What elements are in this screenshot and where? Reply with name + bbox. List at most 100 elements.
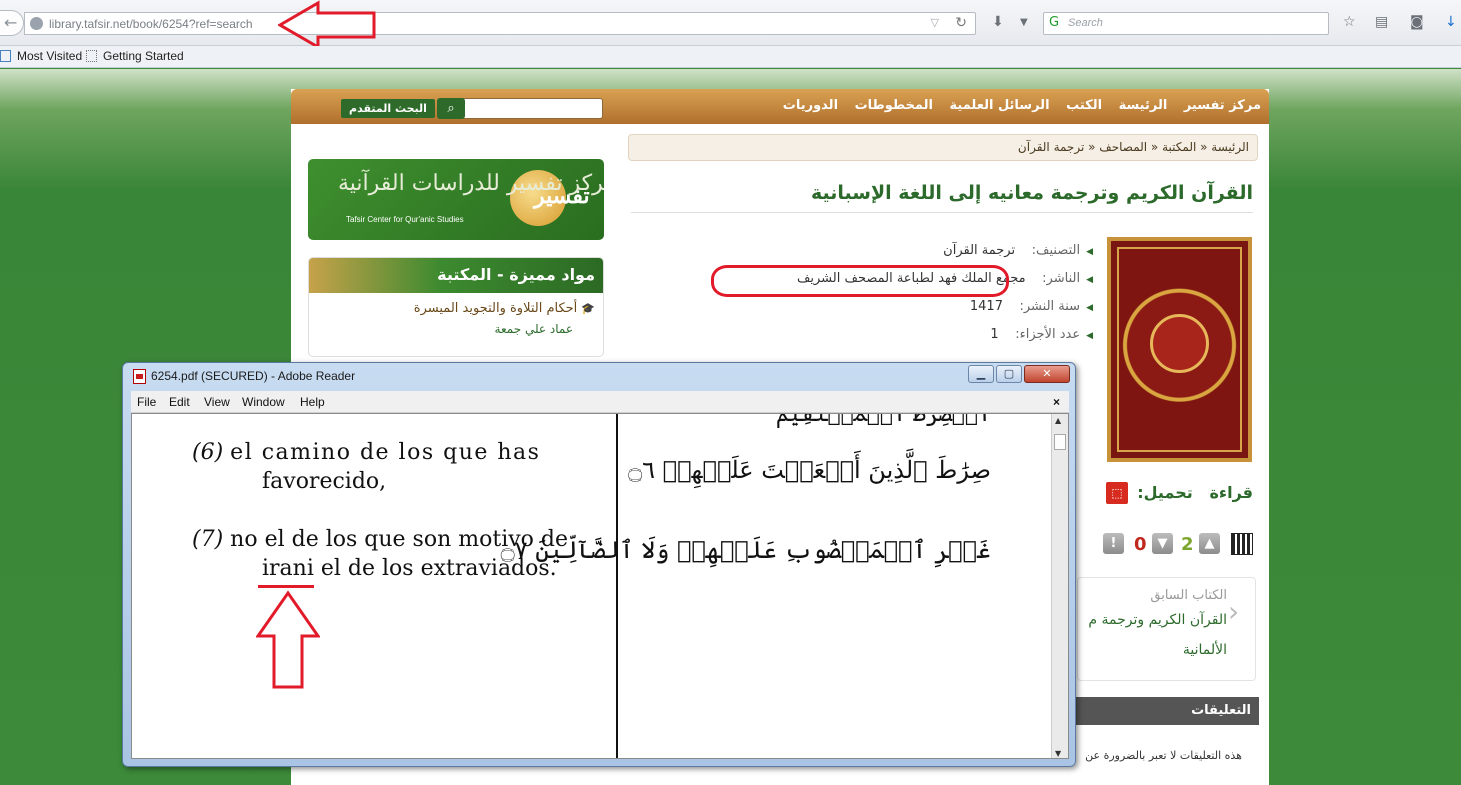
bullet-icon: ◀ bbox=[1086, 247, 1093, 257]
bullet-icon: ◀ bbox=[1086, 275, 1093, 285]
scroll-up-icon[interactable]: ▲ bbox=[1055, 416, 1061, 425]
pdf-page-arabic: ٱلۡصِّرَٰطَ ٱلۡمُسۡتَقِيمَ صِرَٰطَ ٱلَّذ… bbox=[501, 413, 1051, 758]
bullet-icon: ◀ bbox=[1086, 303, 1093, 313]
previous-book-box[interactable]: الكتاب السابق القرآن الكريم وترجمة م الأل… bbox=[1077, 577, 1256, 681]
logo-arabic-text: مركز تفسير للدراسات القرآنية bbox=[338, 171, 604, 196]
breadcrumb[interactable]: الرئيسة « المكتبة « المصاحف « ترجمة القر… bbox=[628, 134, 1258, 161]
nav-home[interactable]: الرئيسة bbox=[1119, 98, 1168, 113]
folder-icon bbox=[0, 50, 11, 62]
browser-toolbar: ← library.tafsir.net/book/6254?ref=searc… bbox=[0, 0, 1461, 50]
cover-medallion bbox=[1150, 314, 1209, 373]
bookmarks-bar: Most Visited Getting Started bbox=[0, 46, 1461, 68]
meta-parts: ◀عدد الأجزاء: 1 bbox=[990, 327, 1093, 342]
url-annotation-arrow bbox=[278, 0, 376, 50]
featured-header: مواد مميزة - المكتبة bbox=[309, 258, 603, 293]
reload-icon[interactable]: ↻ bbox=[955, 15, 967, 31]
pdf-download-icon[interactable]: ⬚ bbox=[1106, 482, 1128, 504]
prev-label: الكتاب السابق bbox=[1150, 588, 1227, 603]
downloads-arrow-icon[interactable]: ↓ bbox=[1445, 14, 1457, 30]
tafsir-logo-banner[interactable]: تفسير مركز تفسير للدراسات القرآنية Tafsi… bbox=[308, 159, 604, 240]
nav-theses[interactable]: الرسائل العلمية bbox=[950, 98, 1050, 113]
meta-year: ◀سنة النشر: 1417 bbox=[969, 299, 1093, 314]
nav-periodicals[interactable]: الدوريات bbox=[783, 98, 838, 113]
meta-category: ◀التصنيف: ترجمة القرآن bbox=[943, 243, 1093, 258]
dislike-icon[interactable]: ▼ bbox=[1152, 533, 1173, 554]
featured-item[interactable]: 🎓أحكام التلاوة والتجويد الميسرة عماد علي… bbox=[309, 293, 603, 336]
scroll-down-icon[interactable]: ▼ bbox=[1055, 749, 1061, 758]
dislike-count: 0 bbox=[1134, 534, 1147, 555]
globe-icon bbox=[30, 17, 43, 30]
menu-file[interactable]: File bbox=[137, 395, 156, 409]
arabic-verse6: صِرَٰطَ ٱلَّذِينَ أَنۡعَمۡتَ عَلَيۡهِمۡ … bbox=[628, 456, 991, 484]
site-search-button[interactable]: ⌕ bbox=[437, 98, 465, 119]
vertical-scrollbar[interactable]: ▲ ▼ bbox=[1051, 414, 1068, 758]
page-icon bbox=[86, 50, 97, 62]
featured-materials-box: مواد مميزة - المكتبة 🎓أحكام التلاوة والت… bbox=[308, 257, 604, 357]
chevron-right-icon[interactable]: › bbox=[1228, 595, 1239, 628]
document-close-icon[interactable]: × bbox=[1053, 395, 1060, 409]
read-download-row: قراءة تحميل: bbox=[1106, 483, 1253, 502]
scroll-thumb[interactable] bbox=[1054, 434, 1066, 450]
prev-title[interactable]: القرآن الكريم وترجمة م الألمانية bbox=[1084, 605, 1227, 665]
reader-menubar: File Edit View Window Help × bbox=[131, 391, 1069, 413]
site-navbar: مركز تفسير الرئيسة الكتب الرسائل العلمية… bbox=[291, 89, 1269, 124]
graduation-cap-icon: 🎓 bbox=[581, 302, 595, 315]
publisher-annotation-ellipse bbox=[711, 265, 1009, 297]
search-placeholder: Search bbox=[1068, 17, 1103, 29]
search-bar[interactable]: G Search bbox=[1043, 12, 1329, 35]
logo-english-text: Tafsir Center for Qur'anic Studies bbox=[346, 215, 464, 224]
adobe-reader-window: 6254.pdf (SECURED) - Adobe Reader ▁ ▢ ✕ … bbox=[122, 362, 1076, 767]
url-text: library.tafsir.net/book/6254?ref=search bbox=[49, 17, 253, 31]
menu-edit[interactable]: Edit bbox=[169, 395, 190, 409]
read-link[interactable]: قراءة bbox=[1209, 483, 1253, 502]
back-button[interactable]: ← bbox=[0, 10, 24, 36]
download-icon[interactable]: ⬇ bbox=[992, 14, 1004, 30]
like-count: 2 bbox=[1181, 534, 1194, 555]
close-button[interactable]: ✕ bbox=[1024, 365, 1070, 383]
pocket-icon[interactable]: ◙ bbox=[1410, 14, 1424, 30]
book-stats: ! 0 ▼ 2 ▲ bbox=[1103, 533, 1255, 557]
word-underline-annotation bbox=[258, 585, 314, 588]
download-label: تحميل: bbox=[1137, 483, 1193, 502]
verse6-line1: (6) el camino de los que has bbox=[192, 440, 541, 465]
pdf-file-icon bbox=[133, 369, 146, 384]
pdf-page-spanish: (6) el camino de los que has favorecido,… bbox=[132, 414, 618, 758]
nav-books[interactable]: الكتب bbox=[1066, 98, 1102, 113]
advanced-search-button[interactable]: البحث المتقدم bbox=[341, 99, 435, 118]
minimize-button[interactable]: ▁ bbox=[968, 365, 994, 383]
url-bar[interactable]: library.tafsir.net/book/6254?ref=search … bbox=[24, 12, 976, 35]
page-title: القرآن الكريم وترجمة معانيه إلى اللغة ال… bbox=[631, 182, 1253, 213]
category-link[interactable]: ترجمة القرآن bbox=[943, 243, 1015, 258]
menu-view[interactable]: View bbox=[204, 395, 230, 409]
site-search-input[interactable] bbox=[441, 98, 603, 119]
comments-header: التعليقات bbox=[1073, 697, 1259, 725]
url-dropdown-icon[interactable]: ▽ bbox=[931, 16, 939, 29]
featured-item-author[interactable]: عماد علي جمعة bbox=[317, 322, 595, 336]
qr-code-icon[interactable] bbox=[1231, 533, 1253, 555]
bookmark-star-icon[interactable]: ☆ bbox=[1343, 14, 1356, 30]
reading-list-icon[interactable]: ▤ bbox=[1375, 14, 1388, 30]
menu-help[interactable]: Help bbox=[300, 395, 325, 409]
comments-note: هذه التعليقات لا تعبر بالضرورة عن bbox=[1085, 749, 1242, 762]
nav-links: مركز تفسير الرئيسة الكتب الرسائل العلمية… bbox=[771, 98, 1261, 113]
nav-tafsir[interactable]: مركز تفسير bbox=[1184, 98, 1261, 113]
bookmark-getting-started[interactable]: Getting Started bbox=[86, 49, 184, 63]
up-arrow-annotation bbox=[256, 590, 320, 689]
maximize-button[interactable]: ▢ bbox=[996, 365, 1022, 383]
back-arrow-icon: ← bbox=[4, 13, 18, 32]
arabic-top-line: ٱلۡصِّرَٰطَ ٱلۡمُسۡتَقِيمَ bbox=[775, 413, 991, 427]
magnifier-icon: ⌕ bbox=[447, 101, 455, 116]
featured-item-title[interactable]: أحكام التلاوة والتجويد الميسرة bbox=[414, 301, 578, 316]
book-cover-image[interactable] bbox=[1107, 237, 1252, 462]
verse6-line2: favorecido, bbox=[262, 469, 387, 494]
menu-window[interactable]: Window bbox=[242, 395, 285, 409]
arabic-verse7: غَيۡرِ ٱلۡمَغۡضُوبِ عَلَيۡهِمۡ وَلَا ٱلض… bbox=[500, 536, 991, 564]
reader-title: 6254.pdf (SECURED) - Adobe Reader bbox=[151, 369, 356, 383]
download-dropdown-icon[interactable]: ▼ bbox=[1020, 17, 1028, 28]
pdf-document-area[interactable]: (6) el camino de los que has favorecido,… bbox=[131, 413, 1069, 759]
search-engine-icon: G bbox=[1049, 15, 1060, 30]
nav-manuscripts[interactable]: المخطوطات bbox=[855, 98, 933, 113]
like-icon[interactable]: ▲ bbox=[1199, 533, 1220, 554]
bookmark-most-visited[interactable]: Most Visited bbox=[0, 49, 82, 63]
report-icon[interactable]: ! bbox=[1103, 533, 1124, 554]
